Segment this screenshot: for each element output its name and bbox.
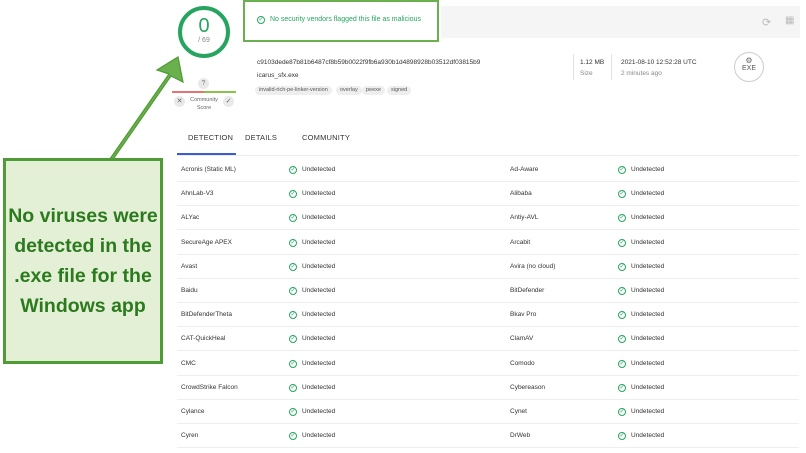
- callout-text: No viruses were detected in the .exe fil…: [8, 205, 158, 317]
- callout-arrow-shape: [91, 56, 184, 169]
